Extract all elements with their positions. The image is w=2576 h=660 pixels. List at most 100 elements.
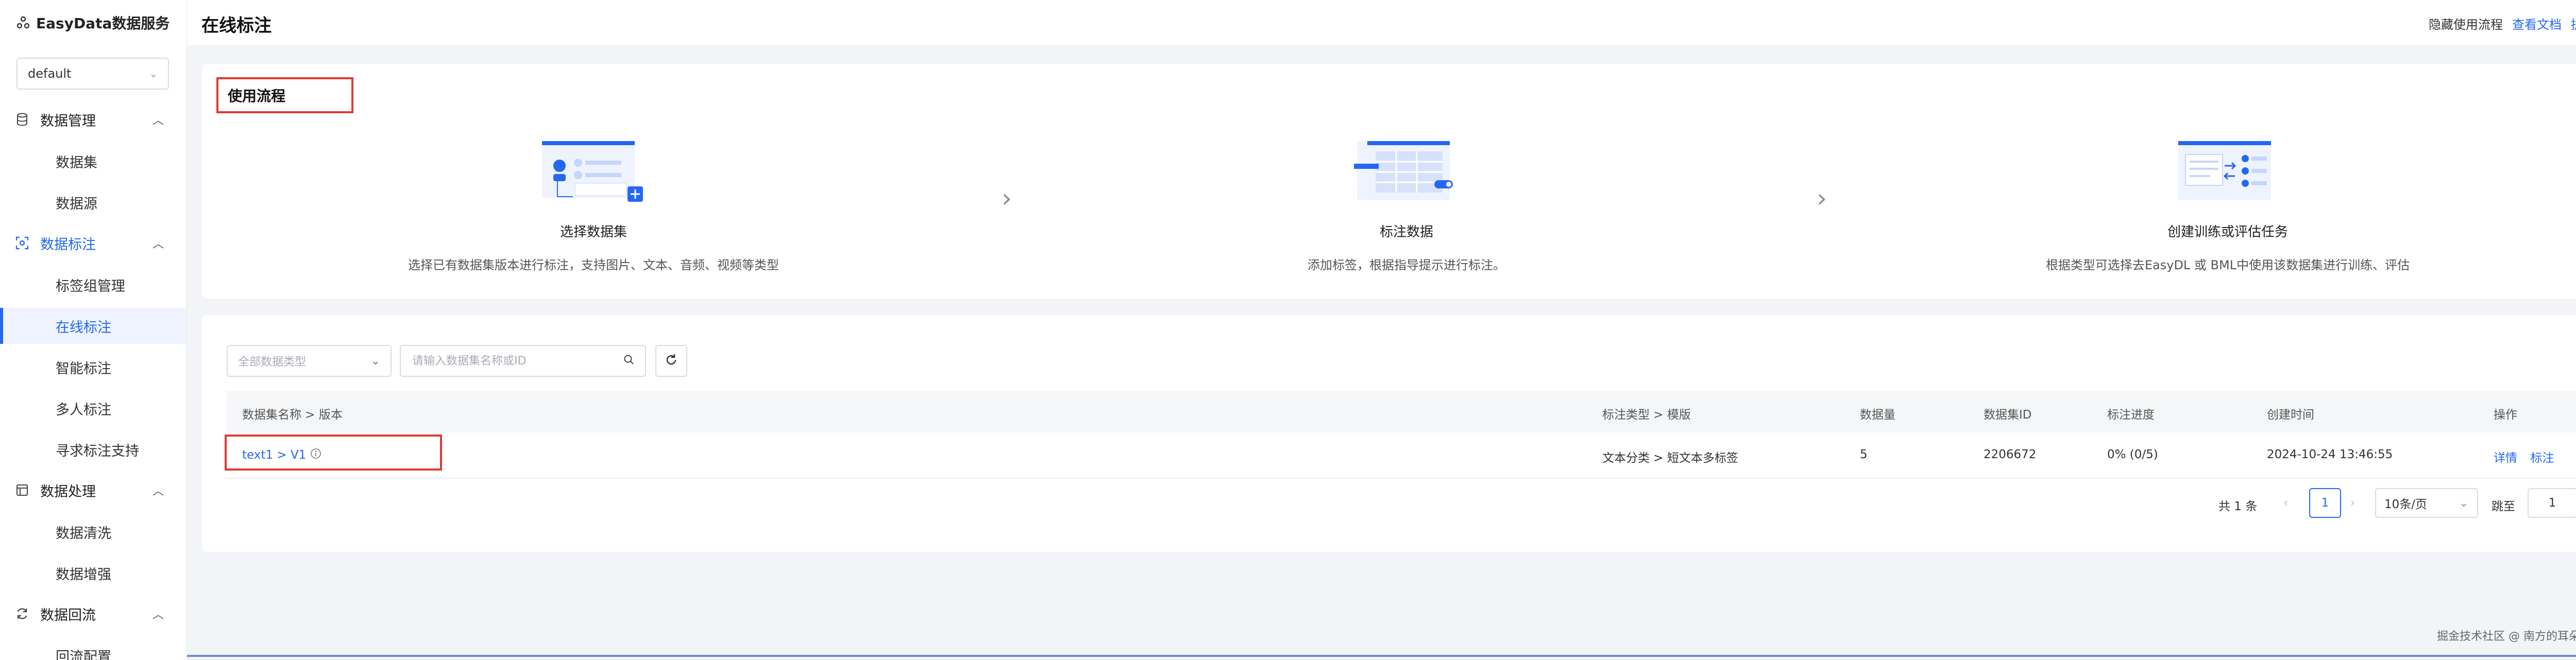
chevron-up-icon: ︿	[152, 609, 164, 621]
watermark: 掘金技术社区 @ 南方的耳朵	[2437, 630, 2576, 643]
chevron-right-icon: ›	[1817, 183, 1827, 213]
jump-page-value: 1	[2548, 496, 2556, 510]
dataset-name: text1 > V1	[242, 448, 307, 462]
chevron-down-icon: ⌄	[370, 354, 380, 368]
sidebar-group-data-backflow[interactable]: 数据回流 ︿	[0, 598, 187, 629]
chevron-down-icon: ⌄	[149, 67, 158, 80]
app-name: EasyData数据服务	[36, 15, 170, 32]
dataset-name-link[interactable]: text1 > V1	[242, 448, 321, 462]
create-task-illustration-icon	[2178, 141, 2271, 200]
refresh-button[interactable]	[655, 345, 687, 377]
search-input[interactable]	[411, 354, 623, 368]
page-header: 在线标注 隐藏使用流程 查看文档 提交	[187, 0, 2576, 45]
column-header: 数据量	[1860, 408, 1895, 422]
sidebar-item-label: 数据集	[56, 154, 97, 171]
hide-flow-link[interactable]: 隐藏使用流程	[2429, 14, 2503, 32]
flow-step-title: 选择数据集	[560, 224, 627, 240]
info-icon[interactable]	[310, 448, 321, 462]
sidebar-item-label: 智能标注	[56, 360, 111, 377]
flow-step-desc: 添加标签，根据指导提示进行标注。	[1308, 258, 1505, 272]
flow-step-desc: 根据类型可选择去EasyDL 或 BML中使用该数据集进行训练、评估	[2045, 258, 2410, 272]
sidebar-item-label: 数据清洗	[56, 525, 111, 542]
annotate-link[interactable]: 标注	[2530, 451, 2554, 465]
workspace-value: default	[28, 66, 72, 81]
annotate-data-illustration-icon	[1354, 141, 1453, 200]
table-header: 数据集名称 > 版本 标注类型 > 模版 数据量 数据集ID 标注进度 创建时间…	[227, 391, 2576, 432]
data-count: 5	[1860, 448, 1868, 461]
sidebar-item-data-cleaning[interactable]: 数据清洗	[0, 514, 187, 550]
dataset-id: 2206672	[1984, 448, 2037, 461]
search-icon[interactable]	[623, 354, 635, 368]
usage-flow-card: 使用流程 ✕ 选择数据集 选择已有数据集版本进行标注，支持图片、文本、音频、视频…	[202, 64, 2576, 299]
prev-page-icon[interactable]: ‹	[2283, 496, 2288, 510]
annotation-progress: 0% (0/5)	[2107, 448, 2158, 461]
flow-title: 使用流程	[216, 77, 353, 113]
sidebar: EasyData数据服务 default ⌄ 数据管理 ︿ 数据集 数据源 数据…	[0, 0, 187, 660]
next-page-icon[interactable]: ›	[2350, 496, 2355, 510]
workspace-select[interactable]: default ⌄	[16, 58, 169, 90]
sidebar-item-label-groups[interactable]: 标签组管理	[0, 267, 187, 303]
sidebar-group-label: 数据处理	[40, 483, 96, 500]
column-header: 数据集ID	[1984, 408, 2032, 422]
column-header: 数据集名称 > 版本	[242, 408, 343, 422]
flow-step-select-dataset: 选择数据集 选择已有数据集版本进行标注，支持图片、文本、音频、视频等类型	[362, 136, 825, 273]
refresh-icon	[664, 353, 679, 369]
created-time: 2024-10-24 13:46:55	[2267, 448, 2393, 461]
sidebar-group-data-management[interactable]: 数据管理 ︿	[0, 104, 187, 135]
column-header: 标注进度	[2107, 408, 2155, 422]
app-logo[interactable]: EasyData数据服务	[16, 12, 170, 33]
sidebar-item-label: 回流配置	[56, 649, 111, 660]
sidebar-group-label: 数据标注	[40, 236, 96, 253]
sidebar-item-online-annotation[interactable]: 在线标注	[0, 308, 187, 344]
chevron-up-icon: ︿	[152, 114, 164, 127]
select-dataset-illustration-icon	[542, 141, 643, 202]
table-row: text1 > V1 文本分类 > 短文本多标签 5 2206672 0% (0…	[225, 432, 2576, 479]
easydata-logo-icon	[16, 16, 30, 29]
sidebar-group-label: 数据管理	[40, 113, 96, 129]
jump-label: 跳至	[2492, 500, 2515, 513]
sidebar-item-multi-user-annotation[interactable]: 多人标注	[0, 390, 187, 426]
sidebar-item-label: 寻求标注支持	[56, 443, 139, 459]
data-type-placeholder: 全部数据类型	[238, 356, 307, 369]
flow-step-title: 标注数据	[1379, 224, 1433, 240]
database-icon	[14, 112, 30, 127]
sidebar-item-datasets[interactable]: 数据集	[0, 143, 187, 179]
sidebar-item-backflow-config[interactable]: 回流配置	[0, 637, 187, 660]
flow-step-create-task: 创建训练或评估任务 根据类型可选择去EasyDL 或 BML中使用该数据集进行训…	[1996, 136, 2460, 273]
view-docs-link[interactable]: 查看文档	[2512, 14, 2562, 32]
bottom-border	[187, 655, 2576, 657]
sidebar-item-data-augmentation[interactable]: 数据增强	[0, 555, 187, 591]
sidebar-item-data-sources[interactable]: 数据源	[0, 184, 187, 220]
column-header: 操作	[2494, 408, 2517, 422]
submit-link[interactable]: 提交	[2571, 14, 2576, 32]
page-size-value: 10条/页	[2384, 498, 2428, 511]
refresh-cycle-icon	[14, 606, 30, 621]
search-box	[400, 345, 646, 377]
sidebar-item-annotation-support[interactable]: 寻求标注支持	[0, 431, 187, 467]
column-header: 标注类型 > 模版	[1602, 408, 1691, 422]
sidebar-group-data-annotation[interactable]: 数据标注 ︿	[0, 228, 187, 258]
page-1-button[interactable]: 1	[2309, 488, 2341, 518]
sidebar-item-label: 在线标注	[56, 319, 111, 336]
total-count: 共 1 条	[2218, 500, 2258, 513]
sidebar-item-label: 多人标注	[56, 402, 111, 418]
page-size-select[interactable]: 10条/页 ⌄	[2375, 488, 2478, 518]
column-header: 创建时间	[2267, 408, 2314, 422]
header-links: 隐藏使用流程 查看文档 提交	[2429, 14, 2576, 32]
jump-page-input[interactable]: 1	[2528, 488, 2576, 518]
current-page: 1	[2321, 496, 2329, 510]
sidebar-item-label: 标签组管理	[56, 278, 125, 294]
scan-icon	[14, 235, 30, 251]
details-link[interactable]: 详情	[2494, 451, 2517, 465]
sidebar-item-label: 数据增强	[56, 566, 111, 583]
chevron-right-icon: ›	[1002, 183, 1012, 213]
sidebar-item-label: 数据源	[56, 196, 97, 212]
flow-step-title: 创建训练或评估任务	[2167, 224, 2288, 240]
chevron-down-icon: ⌄	[2459, 496, 2469, 510]
sidebar-group-label: 数据回流	[40, 607, 96, 623]
sidebar-group-data-processing[interactable]: 数据处理 ︿	[0, 475, 187, 506]
sidebar-item-smart-annotation[interactable]: 智能标注	[0, 349, 187, 385]
dataset-list-card: 全部数据类型 ⌄ 数据集名称 > 版本 标注类型 > 模版 数据量 数据集ID …	[202, 315, 2576, 552]
data-type-select[interactable]: 全部数据类型 ⌄	[227, 345, 392, 377]
processing-icon	[14, 482, 30, 498]
